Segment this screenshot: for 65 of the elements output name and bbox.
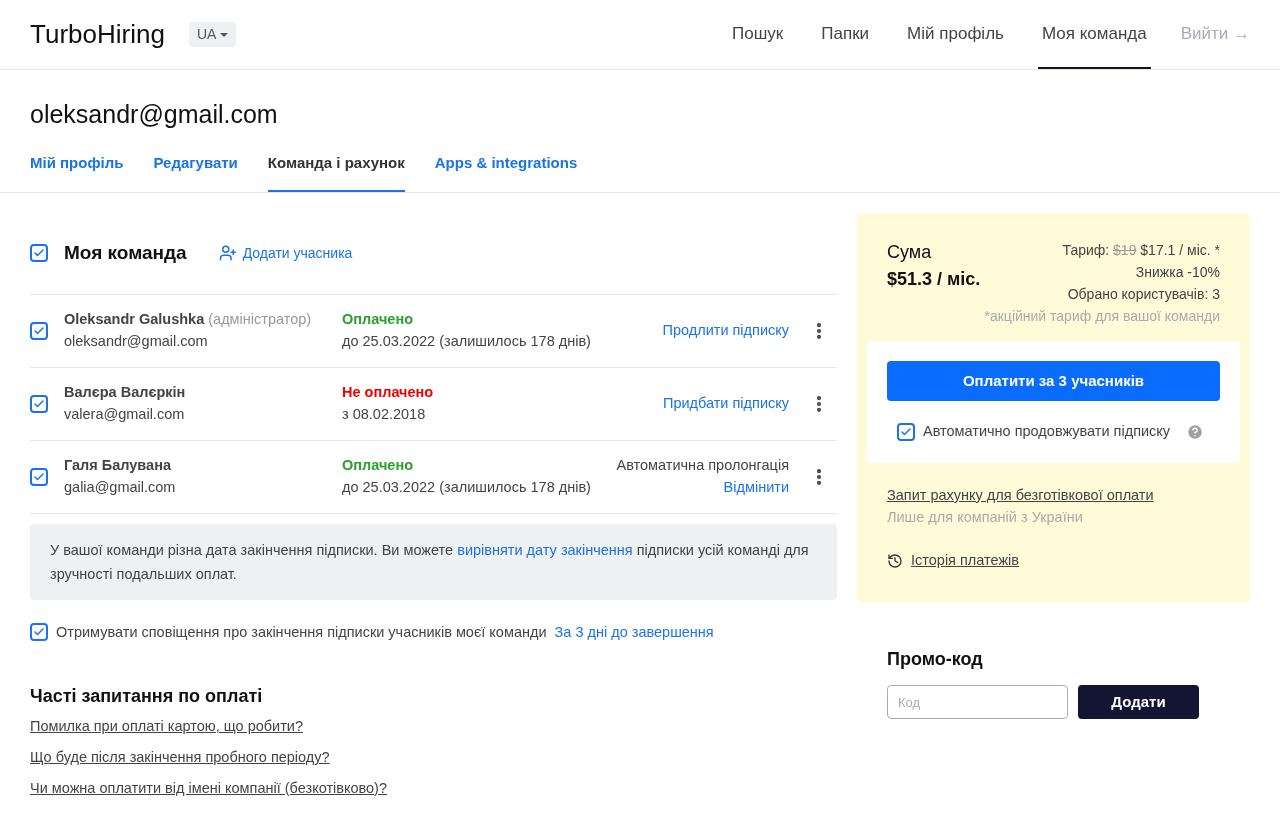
faq-link[interactable]: Що буде після закінчення пробного періоду? <box>30 747 330 769</box>
nav-link[interactable]: Моя команда <box>1037 0 1151 69</box>
pay-button[interactable]: Оплатити за 3 учасників <box>887 361 1220 401</box>
member-email: galia@gmail.com <box>64 477 177 497</box>
checkbox[interactable] <box>30 321 48 340</box>
section-title: Моя команда <box>64 241 187 265</box>
sum-label: Сума <box>887 241 933 264</box>
help-icon[interactable] <box>1186 422 1205 441</box>
checkbox[interactable] <box>30 623 48 642</box>
nav-link[interactable]: Папки <box>817 0 874 69</box>
checkbox[interactable] <box>897 422 915 441</box>
checkbox[interactable] <box>30 467 48 486</box>
member-name: Oleksandr Galushka (адміністратор) <box>64 309 313 329</box>
checkbox[interactable] <box>30 394 48 413</box>
notice-message: У вашої команди різна дата закінчення підписки. Ви можете вирівняти дату закінчення підписки усій команді для зручності подальших оплат. <box>30 523 837 600</box>
payment-status: Оплачено <box>342 309 415 329</box>
checkbox[interactable] <box>30 244 48 263</box>
history-icon <box>887 553 903 570</box>
check-icon <box>900 425 912 438</box>
member-email: oleksandr@gmail.com <box>64 331 209 351</box>
add-member-link[interactable]: Додати учасника <box>218 242 353 264</box>
subscription-date: з 08.02.2018 <box>342 404 427 424</box>
tariff-text: Тариф: $19 $17.1 / міс. * <box>1062 241 1220 260</box>
invoice-note: Лише для компаній з України <box>887 507 1084 527</box>
auto-renew-text: Автоматична пролонгація <box>616 455 789 475</box>
nav-link[interactable]: Пошук <box>728 0 788 69</box>
add-user-icon <box>218 244 237 263</box>
users-count: Обрано користувачів: 3 <box>1067 285 1220 304</box>
sum-value: $51.3 / міс. <box>887 268 981 291</box>
subscription-date: до 25.03.2022 (залишилось 178 днів) <box>342 331 592 351</box>
logo[interactable]: TurboHiring <box>30 15 165 54</box>
promo-title: Промо-код <box>887 648 984 671</box>
check-icon <box>33 470 45 483</box>
faq-title: Часті запитання по оплаті <box>30 685 264 709</box>
notify-text: Отримувати сповіщення про закінчення підписки учасників моєї команди <box>56 622 547 642</box>
profile-tab[interactable]: Мій профіль <box>30 147 124 192</box>
profile-email: oleksandr@gmail.com <box>30 99 279 130</box>
payment-history-link[interactable]: Історія платежів <box>911 550 1020 572</box>
profile-tab[interactable]: Команда і рахунок <box>267 147 405 192</box>
member-email: valera@gmail.com <box>64 404 186 424</box>
nav-link[interactable]: Мій профіль <box>903 0 1008 69</box>
check-icon <box>33 397 45 410</box>
cancel-link[interactable]: Відмінити <box>723 476 789 499</box>
profile-tab[interactable]: Редагувати <box>153 147 238 192</box>
promo-note: *акційний тариф для вашої команди <box>984 307 1220 326</box>
faq-link[interactable]: Чи можна оплатити від імені компанії (безкотівково)? <box>30 777 387 800</box>
check-icon <box>33 324 45 337</box>
notify-period-link[interactable]: За 3 дні до завершення <box>554 621 714 644</box>
align-date-link[interactable]: вирівняти дату закінчення <box>457 541 633 558</box>
member-name: Галя Балувана <box>64 455 172 475</box>
auto-renew-label: Автоматично продовжувати підписку <box>923 422 1171 441</box>
promo-code-field[interactable]: Код <box>887 685 1068 719</box>
caret-icon <box>220 32 229 37</box>
payment-status: Оплачено <box>342 455 415 475</box>
member-name: Валєра Валєркін <box>64 382 187 402</box>
discount-text: Знижка -10% <box>1135 263 1220 282</box>
language-select[interactable]: UA <box>188 22 237 47</box>
profile-tab[interactable]: Apps & integrations <box>434 147 578 192</box>
add-promo-button[interactable]: Додати <box>1078 685 1199 719</box>
invoice-link[interactable]: Запит рахунку для безготівкової оплати <box>887 484 1154 507</box>
subscription-date: до 25.03.2022 (залишилось 178 днів) <box>342 477 592 497</box>
faq-link[interactable]: Помилка при оплаті картою, що робити? <box>30 716 303 738</box>
subscription-link[interactable]: Придбати підписку <box>662 392 789 415</box>
subscription-link[interactable]: Продлити підписку <box>662 319 789 342</box>
payment-status: Не оплачено <box>342 382 435 402</box>
